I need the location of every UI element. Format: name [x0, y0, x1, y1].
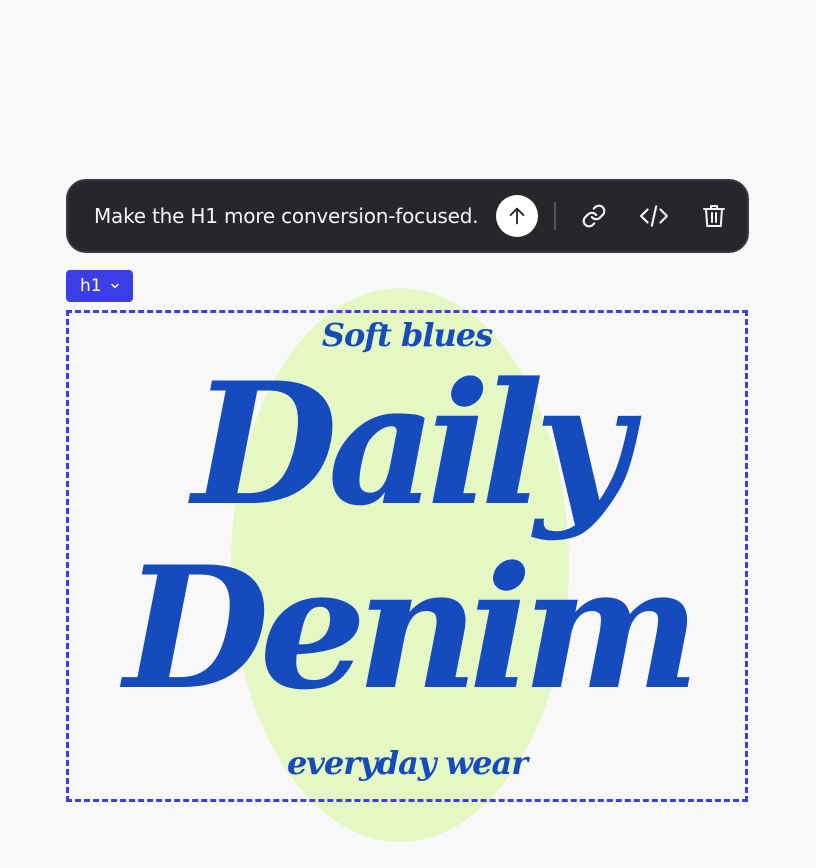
trash-icon [703, 205, 726, 227]
element-tag-label: h1 [80, 276, 102, 296]
link-icon [583, 204, 606, 228]
prompt-input[interactable]: Make the H1 more conversion-focused. [94, 204, 479, 228]
delete-button[interactable] [692, 194, 736, 238]
element-tag-h1[interactable]: h1 [66, 270, 133, 302]
send-button[interactable] [496, 195, 539, 237]
arrow-up-icon [510, 207, 525, 225]
code-icon [640, 205, 669, 227]
editor-canvas: Make the H1 more conversion-focused. h1 … [0, 0, 816, 868]
chevron-down-icon [110, 281, 120, 291]
link-button[interactable] [572, 194, 616, 238]
toolbar-divider [554, 202, 557, 230]
code-button[interactable] [632, 194, 676, 238]
selection-outline [66, 310, 748, 802]
prompt-toolbar: Make the H1 more conversion-focused. [66, 179, 749, 253]
